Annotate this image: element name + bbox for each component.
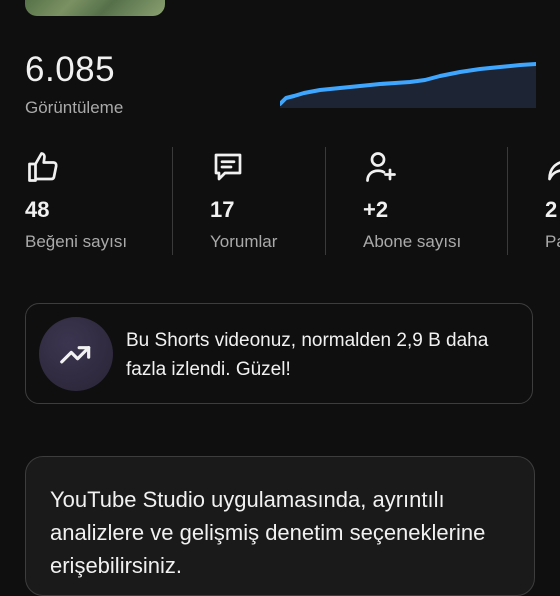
sparkline-area bbox=[280, 64, 536, 108]
stat-likes[interactable]: 48 Beğeni sayısı bbox=[25, 145, 185, 260]
divider bbox=[325, 147, 326, 255]
thumbs-up-icon bbox=[28, 152, 58, 182]
studio-promo-text: YouTube Studio uygulamasında, ayrıntılı … bbox=[50, 487, 486, 578]
comments-label: Yorumlar bbox=[210, 232, 278, 251]
subscribers-label: Abone sayısı bbox=[363, 232, 462, 251]
views-count: 6.085 bbox=[25, 50, 116, 89]
subscribers-count: +2 bbox=[363, 197, 389, 222]
stat-subscribers[interactable]: +2 Abone sayısı bbox=[363, 145, 523, 260]
views-label: Görüntüleme bbox=[25, 98, 124, 117]
likes-count: 48 bbox=[25, 197, 50, 222]
stat-comments[interactable]: 17 Yorumlar bbox=[210, 145, 370, 260]
trending-up-icon bbox=[60, 346, 91, 364]
add-person-icon bbox=[366, 152, 396, 182]
shares-count: 2 bbox=[545, 197, 558, 222]
stat-shares[interactable]: 2 Pa bbox=[545, 145, 560, 260]
comment-icon bbox=[214, 153, 242, 181]
share-icon bbox=[548, 161, 560, 181]
comments-count: 17 bbox=[210, 197, 235, 222]
performance-insight-card[interactable]: Bu Shorts videonuz, normalden 2,9 B daha… bbox=[25, 303, 533, 404]
divider bbox=[172, 147, 173, 255]
views-sparkline bbox=[280, 62, 536, 108]
engagement-stats: 48 Beğeni sayısı 17 Yorumlar +2 Abone sa… bbox=[0, 145, 560, 260]
shares-label: Pa bbox=[545, 232, 560, 251]
insight-icon-badge bbox=[39, 317, 113, 391]
divider bbox=[507, 147, 508, 255]
likes-label: Beğeni sayısı bbox=[25, 232, 128, 251]
video-thumbnail[interactable] bbox=[25, 0, 165, 16]
insight-text: Bu Shorts videonuz, normalden 2,9 B daha… bbox=[126, 330, 489, 380]
studio-promo-card[interactable]: YouTube Studio uygulamasında, ayrıntılı … bbox=[25, 456, 535, 596]
